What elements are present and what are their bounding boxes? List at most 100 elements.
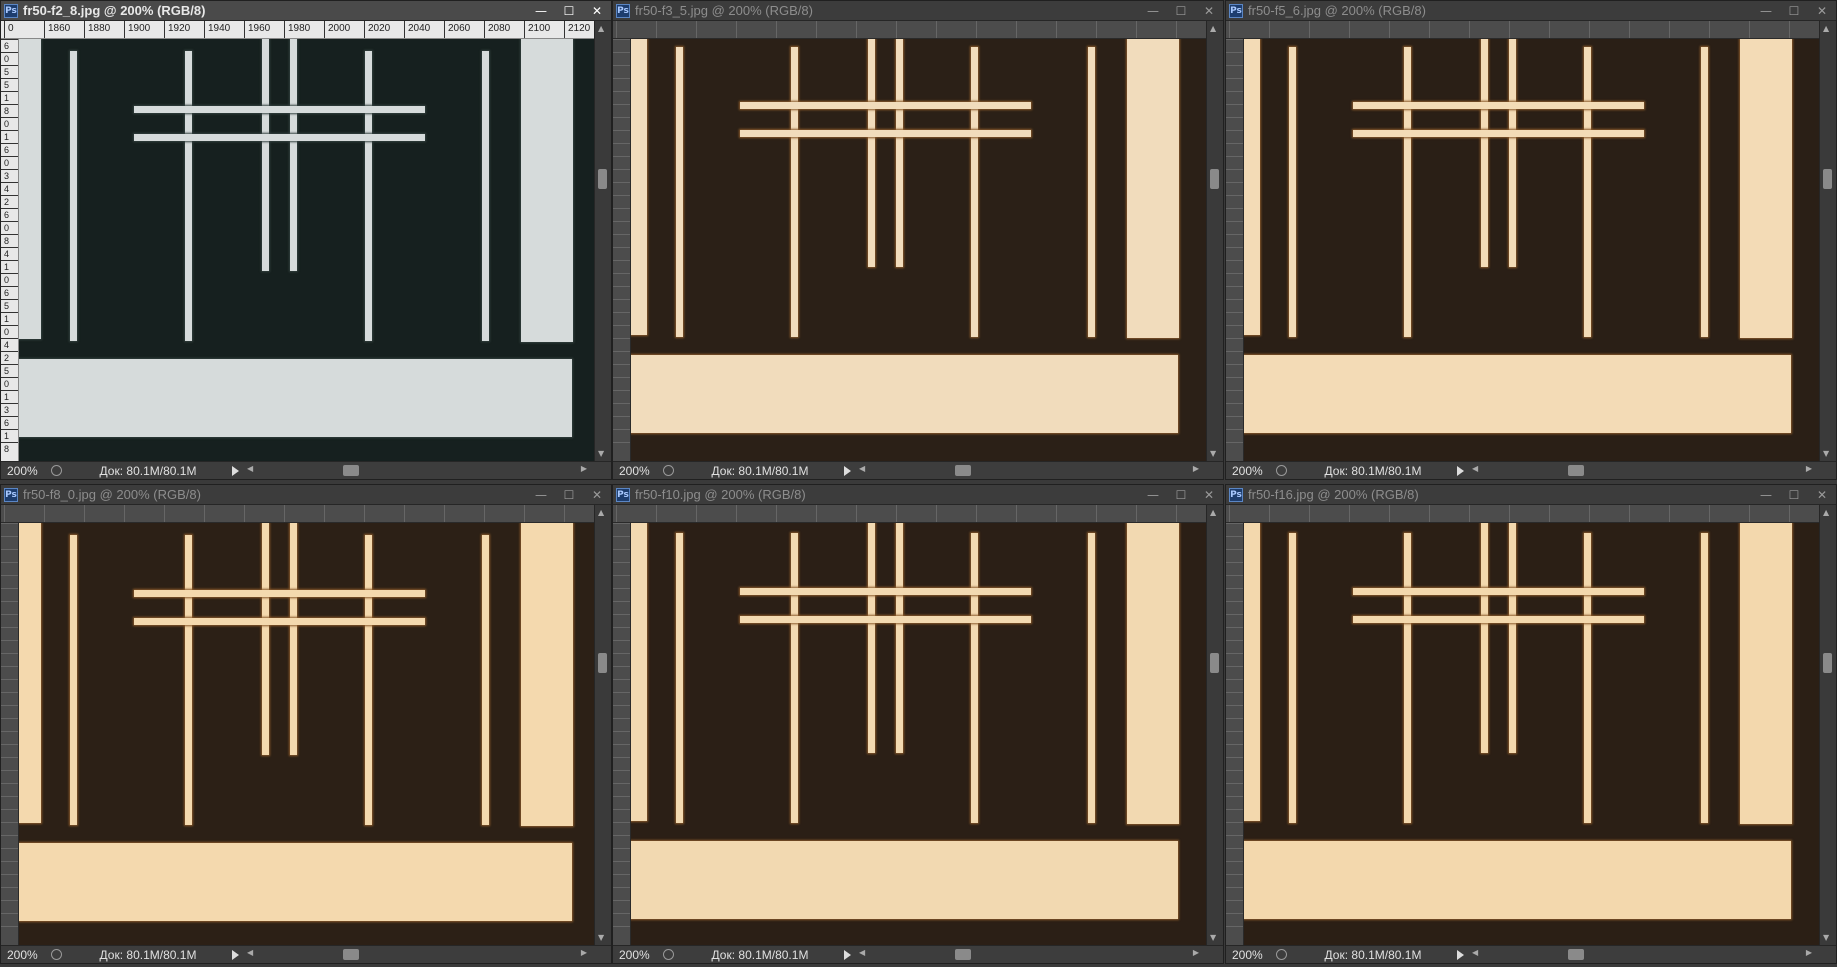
close-button[interactable]: ✕ [583,485,611,504]
image-canvas[interactable] [1244,39,1819,461]
scroll-left-arrow-icon[interactable]: ◀ [247,948,253,957]
document-window[interactable]: Ps fr50-f2_8.jpg @ 200% (RGB/8) — ☐ ✕ 0 1860 18… [0,0,612,480]
scroll-down-arrow-icon[interactable]: ▼ [598,933,604,942]
scroll-thumb[interactable] [598,169,607,189]
zoom-level-field[interactable]: 200% [1226,948,1276,962]
zoom-level-field[interactable]: 200% [1,948,51,962]
scroll-right-arrow-icon[interactable]: ▶ [1806,464,1812,473]
image-canvas[interactable] [19,523,594,945]
zoom-level-field[interactable]: 200% [613,464,663,478]
status-menu-arrow-icon[interactable] [844,465,851,476]
document-window[interactable]: Ps fr50-f3_5.jpg @ 200% (RGB/8) — ☐ ✕ ▲ ▼ 200% Д… [612,0,1224,480]
minimize-button[interactable]: — [1139,485,1167,504]
document-window[interactable]: Ps fr50-f10.jpg @ 200% (RGB/8) — ☐ ✕ ▲ ▼ 200% До… [612,484,1224,964]
vertical-scrollbar[interactable]: ▲ ▼ [1206,21,1223,461]
maximize-button[interactable]: ☐ [555,1,583,20]
status-info-icon[interactable] [1276,949,1287,960]
scroll-down-arrow-icon[interactable]: ▼ [1823,449,1829,458]
scroll-down-arrow-icon[interactable]: ▼ [1823,933,1829,942]
window-titlebar[interactable]: Ps fr50-f5_6.jpg @ 200% (RGB/8) — ☐ ✕ [1226,1,1836,21]
horizontal-scrollbar[interactable]: ◀ ▶ [245,946,611,963]
scroll-thumb[interactable] [1568,949,1584,960]
status-menu-arrow-icon[interactable] [1457,949,1464,960]
vertical-scrollbar[interactable]: ▲ ▼ [1819,505,1836,945]
document-window[interactable]: Ps fr50-f8_0.jpg @ 200% (RGB/8) — ☐ ✕ ▲ ▼ 200% Д… [0,484,612,964]
zoom-level-field[interactable]: 200% [1226,464,1276,478]
horizontal-ruler[interactable] [613,21,1206,39]
close-button[interactable]: ✕ [583,1,611,20]
scroll-down-arrow-icon[interactable]: ▼ [1210,933,1216,942]
scroll-left-arrow-icon[interactable]: ◀ [859,464,865,473]
maximize-button[interactable]: ☐ [555,485,583,504]
status-info-icon[interactable] [663,465,674,476]
document-window[interactable]: Ps fr50-f5_6.jpg @ 200% (RGB/8) — ☐ ✕ ▲ ▼ 200% Д… [1225,0,1837,480]
scroll-thumb[interactable] [1210,653,1219,673]
maximize-button[interactable]: ☐ [1780,485,1808,504]
vertical-ruler[interactable] [1,523,19,945]
scroll-down-arrow-icon[interactable]: ▼ [598,449,604,458]
minimize-button[interactable]: — [527,485,555,504]
scroll-up-arrow-icon[interactable]: ▲ [1210,24,1216,33]
horizontal-ruler[interactable] [613,505,1206,523]
scroll-right-arrow-icon[interactable]: ▶ [1193,464,1199,473]
zoom-level-field[interactable]: 200% [1,464,51,478]
maximize-button[interactable]: ☐ [1167,1,1195,20]
horizontal-scrollbar[interactable]: ◀ ▶ [1470,946,1836,963]
window-titlebar[interactable]: Ps fr50-f16.jpg @ 200% (RGB/8) — ☐ ✕ [1226,485,1836,505]
scroll-up-arrow-icon[interactable]: ▲ [1823,24,1829,33]
vertical-scrollbar[interactable]: ▲ ▼ [594,21,611,461]
status-info-icon[interactable] [51,465,62,476]
scroll-right-arrow-icon[interactable]: ▶ [1806,948,1812,957]
scroll-up-arrow-icon[interactable]: ▲ [1823,508,1829,517]
scroll-up-arrow-icon[interactable]: ▲ [1210,508,1216,517]
scroll-thumb[interactable] [1568,465,1584,476]
vertical-scrollbar[interactable]: ▲ ▼ [1819,21,1836,461]
minimize-button[interactable]: — [527,1,555,20]
image-canvas[interactable] [631,523,1206,945]
minimize-button[interactable]: — [1752,485,1780,504]
scroll-thumb[interactable] [343,949,359,960]
scroll-left-arrow-icon[interactable]: ◀ [247,464,253,473]
horizontal-scrollbar[interactable]: ◀ ▶ [245,462,611,479]
document-window[interactable]: Ps fr50-f16.jpg @ 200% (RGB/8) — ☐ ✕ ▲ ▼ 200% До… [1225,484,1837,964]
horizontal-scrollbar[interactable]: ◀ ▶ [1470,462,1836,479]
scroll-right-arrow-icon[interactable]: ▶ [581,948,587,957]
status-info-icon[interactable] [663,949,674,960]
window-titlebar[interactable]: Ps fr50-f3_5.jpg @ 200% (RGB/8) — ☐ ✕ [613,1,1223,21]
status-menu-arrow-icon[interactable] [844,949,851,960]
scroll-thumb[interactable] [1823,653,1832,673]
image-canvas[interactable] [631,39,1206,461]
window-titlebar[interactable]: Ps fr50-f10.jpg @ 200% (RGB/8) — ☐ ✕ [613,485,1223,505]
scroll-left-arrow-icon[interactable]: ◀ [1472,948,1478,957]
horizontal-ruler[interactable] [1226,505,1819,523]
minimize-button[interactable]: — [1752,1,1780,20]
scroll-thumb[interactable] [598,653,607,673]
vertical-ruler[interactable] [1226,39,1244,461]
maximize-button[interactable]: ☐ [1167,485,1195,504]
scroll-left-arrow-icon[interactable]: ◀ [859,948,865,957]
scroll-thumb[interactable] [955,949,971,960]
scroll-up-arrow-icon[interactable]: ▲ [598,24,604,33]
vertical-scrollbar[interactable]: ▲ ▼ [1206,505,1223,945]
status-menu-arrow-icon[interactable] [232,465,239,476]
vertical-scrollbar[interactable]: ▲ ▼ [594,505,611,945]
vertical-ruler[interactable] [613,39,631,461]
close-button[interactable]: ✕ [1195,485,1223,504]
status-menu-arrow-icon[interactable] [232,949,239,960]
image-canvas[interactable] [1244,523,1819,945]
close-button[interactable]: ✕ [1808,1,1836,20]
scroll-thumb[interactable] [1210,169,1219,189]
scroll-right-arrow-icon[interactable]: ▶ [581,464,587,473]
close-button[interactable]: ✕ [1808,485,1836,504]
horizontal-ruler[interactable] [1226,21,1819,39]
status-info-icon[interactable] [51,949,62,960]
maximize-button[interactable]: ☐ [1780,1,1808,20]
scroll-left-arrow-icon[interactable]: ◀ [1472,464,1478,473]
status-info-icon[interactable] [1276,465,1287,476]
scroll-thumb[interactable] [343,465,359,476]
vertical-ruler[interactable] [1226,523,1244,945]
scroll-right-arrow-icon[interactable]: ▶ [1193,948,1199,957]
horizontal-scrollbar[interactable]: ◀ ▶ [857,946,1223,963]
zoom-level-field[interactable]: 200% [613,948,663,962]
horizontal-ruler[interactable] [1,505,594,523]
